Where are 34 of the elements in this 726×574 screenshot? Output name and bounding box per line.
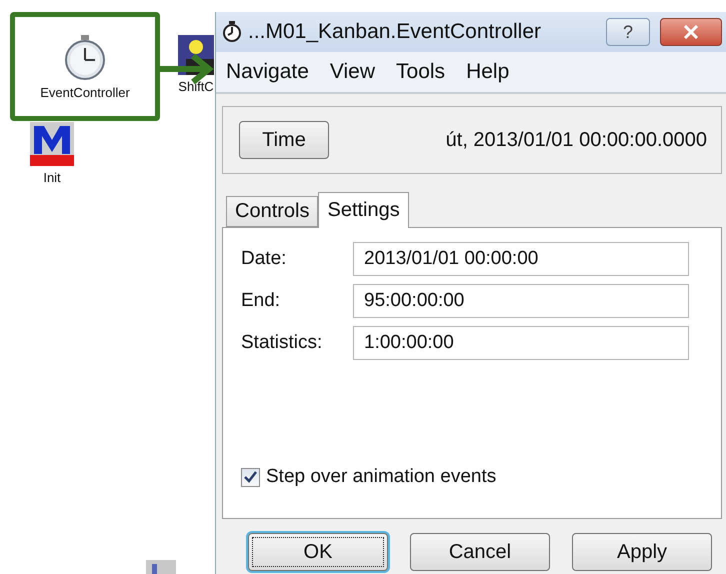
checkbox-label: Step over animation events bbox=[266, 466, 496, 488]
check-icon bbox=[244, 471, 257, 483]
canvas-item[interactable]: ShiftC bbox=[178, 35, 214, 94]
stopwatch-icon bbox=[222, 21, 242, 43]
dialog-button[interactable]: Apply bbox=[572, 533, 712, 571]
field-label: Statistics: bbox=[241, 332, 324, 354]
menu-item[interactable]: Help bbox=[460, 60, 522, 84]
help-button[interactable]: ? bbox=[606, 18, 650, 46]
partial-icon[interactable] bbox=[146, 560, 176, 574]
input-field[interactable]: 1:00:00:00 bbox=[353, 326, 689, 360]
field-label: End: bbox=[241, 290, 282, 312]
checkbox[interactable] bbox=[241, 468, 260, 486]
icon-label: ShiftC bbox=[178, 79, 214, 94]
input-field[interactable]: 2013/01/01 00:00:00 bbox=[353, 242, 689, 276]
menu-item[interactable]: Tools bbox=[390, 60, 458, 84]
input-field[interactable]: 95:00:00:00 bbox=[353, 284, 689, 318]
dialog-button[interactable]: Cancel bbox=[410, 533, 550, 571]
icon-label: Init bbox=[43, 170, 61, 185]
window-title: ...M01_Kanban.EventController bbox=[248, 20, 542, 44]
icon-label: EventController bbox=[40, 85, 130, 100]
init-icon[interactable] bbox=[30, 122, 74, 166]
time-button[interactable]: Time bbox=[239, 121, 329, 159]
close-button[interactable] bbox=[660, 18, 722, 46]
canvas-item[interactable]: EventController bbox=[10, 12, 160, 121]
tab[interactable]: Controls bbox=[226, 196, 318, 227]
stopwatch-icon[interactable] bbox=[62, 33, 108, 81]
menu-item[interactable]: Navigate bbox=[220, 60, 322, 84]
close-icon bbox=[683, 25, 699, 39]
dialog-button[interactable]: OK bbox=[248, 533, 388, 571]
tab[interactable]: Settings bbox=[318, 192, 409, 228]
time-value: út, 2013/01/01 00:00:00.0000 bbox=[446, 128, 707, 152]
canvas-item[interactable]: Init bbox=[30, 122, 74, 185]
menu-item[interactable]: View bbox=[324, 60, 388, 84]
field-label: Date: bbox=[241, 248, 288, 270]
